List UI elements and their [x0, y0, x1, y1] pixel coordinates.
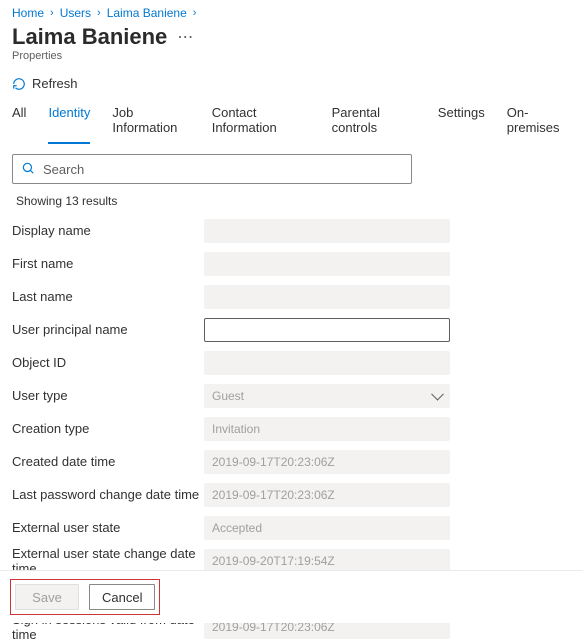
tab-identity[interactable]: Identity: [48, 105, 90, 144]
field-last-password: Last password change date time 2019-09-1…: [12, 478, 571, 511]
save-button[interactable]: Save: [15, 584, 79, 610]
field-value[interactable]: [204, 219, 450, 243]
field-last-name: Last name: [12, 280, 571, 313]
tab-job[interactable]: Job Information: [112, 105, 189, 144]
field-label: Last password change date time: [12, 487, 204, 502]
refresh-icon[interactable]: [12, 77, 26, 91]
field-first-name: First name: [12, 247, 571, 280]
search-input[interactable]: [43, 162, 403, 177]
tab-parental[interactable]: Parental controls: [332, 105, 416, 144]
tab-settings[interactable]: Settings: [438, 105, 485, 144]
chevron-right-icon: ›: [97, 7, 101, 19]
breadcrumb-home[interactable]: Home: [12, 6, 44, 20]
page-title: Laima Baniene: [12, 24, 167, 50]
field-value: 2019-09-17T20:23:06Z: [204, 483, 450, 507]
field-creation-type: Creation type Invitation: [12, 412, 571, 445]
footer-actions: Save Cancel: [0, 570, 583, 623]
field-label: Created date time: [12, 454, 204, 469]
breadcrumb-user[interactable]: Laima Baniene: [107, 6, 187, 20]
tab-contact[interactable]: Contact Information: [212, 105, 310, 144]
field-value[interactable]: [204, 351, 450, 375]
search-icon: [21, 161, 35, 178]
field-display-name: Display name: [12, 214, 571, 247]
field-created-date: Created date time 2019-09-17T20:23:06Z: [12, 445, 571, 478]
refresh-button[interactable]: Refresh: [32, 76, 78, 91]
field-label: External user state: [12, 520, 204, 535]
cancel-button[interactable]: Cancel: [89, 584, 155, 610]
field-value: 2019-09-20T17:19:54Z: [204, 549, 450, 573]
field-user-type: User type Guest: [12, 379, 571, 412]
field-upn: User principal name: [12, 313, 571, 346]
field-value: Accepted: [204, 516, 450, 540]
field-label: First name: [12, 256, 204, 271]
breadcrumb: Home › Users › Laima Baniene ›: [0, 0, 583, 22]
field-value[interactable]: [204, 285, 450, 309]
more-icon[interactable]: ⋯: [177, 27, 193, 47]
chevron-right-icon: ›: [193, 7, 197, 19]
field-value: Invitation: [204, 417, 450, 441]
page-subtitle: Properties: [0, 50, 583, 70]
field-label: Display name: [12, 223, 204, 238]
field-label: Last name: [12, 289, 204, 304]
field-value[interactable]: [204, 252, 450, 276]
save-highlight-box: Save Cancel: [10, 579, 160, 615]
field-value-dropdown[interactable]: Guest: [204, 384, 450, 408]
field-label: Object ID: [12, 355, 204, 370]
field-value[interactable]: [204, 318, 450, 342]
field-object-id: Object ID: [12, 346, 571, 379]
field-external-state: External user state Accepted: [12, 511, 571, 544]
chevron-right-icon: ›: [50, 7, 54, 19]
tab-onprem[interactable]: On-premises: [507, 105, 571, 144]
tabs: All Identity Job Information Contact Inf…: [0, 101, 583, 144]
field-label: User principal name: [12, 322, 204, 337]
results-count: Showing 13 results: [0, 188, 583, 214]
field-label: Creation type: [12, 421, 204, 436]
tab-all[interactable]: All: [12, 105, 26, 144]
field-value: 2019-09-17T20:23:06Z: [204, 450, 450, 474]
field-label: User type: [12, 388, 204, 403]
breadcrumb-users[interactable]: Users: [60, 6, 91, 20]
search-box[interactable]: [12, 154, 412, 184]
